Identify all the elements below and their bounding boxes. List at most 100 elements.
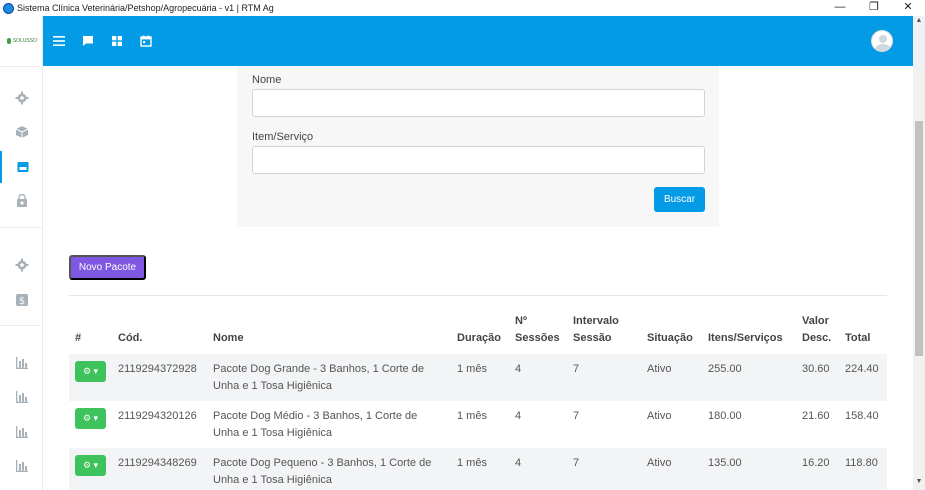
svg-text:$: $ [18,296,24,307]
table-row: ⚙ ▾ 2119294320126 Pacote Dog Médio - 3 B… [69,401,887,448]
package-interval: 7 [573,410,580,422]
sidebar-item-report-2[interactable] [0,381,43,413]
brand-mark-icon [7,38,11,44]
package-code: 2119294372928 [118,363,197,375]
sidebar-item-store[interactable] [0,151,43,183]
sidebar-item-report-1[interactable] [0,347,43,379]
package-total: 158.40 [845,410,879,422]
column-header[interactable]: Total [839,313,887,354]
table-row: ⚙ ▾ 2119294372928 Pacote Dog Grande - 3 … [69,354,887,401]
column-header[interactable]: # [69,313,112,354]
chat-icon[interactable] [82,35,94,47]
main-content: Nome Item/Serviço Buscar Novo Pacote # C… [43,66,913,490]
sidebar-item-settings[interactable] [0,82,43,114]
sidebar-divider [0,227,43,228]
package-name: Pacote Dog Médio - 3 Banhos, 1 Corte de … [213,410,418,439]
column-header[interactable]: Valor Desc. [796,313,839,354]
row-actions-button[interactable]: ⚙ ▾ [75,408,106,429]
brand-logo[interactable]: SOLUSSO [7,36,37,46]
bar-chart-icon [15,391,28,403]
name-field-label: Nome [252,74,282,86]
gear-icon [15,91,28,105]
bar-chart-icon [15,357,28,369]
package-discount: 21.60 [802,410,830,422]
sidebar-item-finance[interactable]: $ [0,284,43,316]
table-header-row: # Cód. Nome Duração Nº Sessões Intervalo S… [69,313,887,354]
package-items-value: 180.00 [708,410,742,422]
package-code: 2119294320126 [118,410,197,422]
package-sessions: 4 [515,457,522,469]
close-button[interactable]: ✕ [891,0,925,16]
user-avatar[interactable] [871,30,893,52]
package-duration: 1 mês [457,410,487,422]
window-controls: — ❐ ✕ [823,0,925,16]
column-header[interactable]: Itens/Serviços [702,313,796,354]
gear-icon: ⚙ ▾ [82,413,99,423]
column-header[interactable]: Duração [451,313,509,354]
package-name: Pacote Dog Pequeno - 3 Banhos, 1 Corte d… [213,457,432,486]
item-service-field-label: Item/Serviço [252,131,314,143]
package-status: Ativo [647,410,672,422]
column-header[interactable]: Nome [207,313,451,354]
restore-button[interactable]: ❐ [857,0,891,16]
box-icon [15,126,28,138]
scrollbar-thumb[interactable] [915,121,923,356]
table-row: ⚙ ▾ 2119294348269 Pacote Dog Pequeno - 3… [69,448,887,490]
new-package-button[interactable]: Novo Pacote [69,255,146,280]
brand-logo-text: SOLUSSO [12,38,37,44]
page-scrollbar[interactable]: ▲ ▼ [913,16,925,490]
scroll-up-arrow-icon[interactable]: ▲ [913,17,925,24]
gear-icon [15,258,28,272]
package-sessions: 4 [515,363,522,375]
store-icon [17,162,28,172]
package-status: Ativo [647,457,672,469]
sidebar-divider [0,325,43,326]
column-header[interactable]: Nº Sessões [509,313,567,354]
search-button[interactable]: Buscar [654,187,705,212]
sidebar-item-shopping[interactable] [0,185,43,217]
column-header[interactable]: Intervalo Sessão [567,313,641,354]
bag-icon [16,194,27,207]
sidebar-divider [0,66,43,67]
package-name: Pacote Dog Grande - 3 Banhos, 1 Corte de… [213,363,424,392]
item-service-field[interactable] [252,146,705,174]
sidebar-item-report-4[interactable] [0,450,43,482]
package-duration: 1 mês [457,363,487,375]
scroll-down-arrow-icon[interactable]: ▼ [913,478,925,485]
package-interval: 7 [573,363,580,375]
menu-icon[interactable] [53,35,65,47]
gear-icon: ⚙ ▾ [82,366,99,376]
package-interval: 7 [573,457,580,469]
dollar-icon: $ [15,294,28,307]
gear-icon: ⚙ ▾ [82,460,99,470]
bar-chart-icon [15,460,28,472]
package-code: 2119294348269 [118,457,197,469]
search-filter-card: Nome Item/Serviço Buscar [237,66,719,227]
column-header[interactable]: Situação [641,313,702,354]
package-duration: 1 mês [457,457,487,469]
sidebar-item-products[interactable] [0,116,43,148]
sidebar-item-config[interactable] [0,249,43,281]
package-items-value: 135.00 [708,457,742,469]
row-actions-button[interactable]: ⚙ ▾ [75,455,106,476]
name-field[interactable] [252,89,705,117]
sidebar-item-report-3[interactable] [0,416,43,448]
calendar-icon[interactable] [140,35,152,47]
bar-chart-icon [15,426,28,438]
package-status: Ativo [647,363,672,375]
package-sessions: 4 [515,410,522,422]
package-total: 118.80 [845,457,878,469]
grid-icon[interactable] [111,35,123,47]
section-divider [69,295,887,296]
packages-table: # Cód. Nome Duração Nº Sessões Intervalo S… [69,313,887,490]
package-discount: 16.20 [802,457,830,469]
top-navbar [43,16,913,66]
minimize-button[interactable]: — [823,0,857,16]
package-discount: 30.60 [802,363,830,375]
sidebar: SOLUSSO $ [0,16,43,490]
column-header[interactable]: Cód. [112,313,207,354]
window-titlebar: Sistema Clínica Veterinária/Petshop/Agro… [0,0,925,16]
row-actions-button[interactable]: ⚙ ▾ [75,361,106,382]
package-items-value: 255.00 [708,363,742,375]
app-logo-icon [3,2,14,14]
